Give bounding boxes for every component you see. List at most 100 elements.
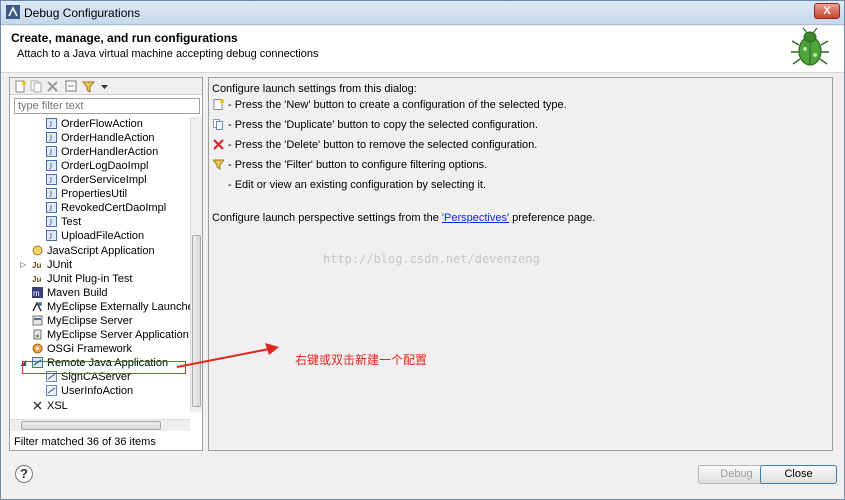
delete-icon[interactable] (46, 80, 59, 93)
junit-icon: Ju (32, 261, 41, 270)
svg-text:J: J (49, 148, 52, 157)
expand-arrow-icon[interactable]: ▷ (20, 258, 26, 272)
perspective-prefix: Configure launch perspective settings fr… (212, 212, 442, 224)
filter-input[interactable] (14, 98, 200, 114)
tree-item[interactable]: J PropertiesUtil (46, 187, 127, 201)
tree-item[interactable]: Ju JUnit Plug-in Test (32, 272, 132, 286)
java-class-icon: J (46, 188, 57, 199)
tree-item[interactable]: m Maven Build (32, 286, 108, 300)
svg-text:Ju: Ju (32, 275, 41, 284)
annotation-text: 右键或双击新建一个配置 (295, 353, 428, 367)
tree-item-label: Maven Build (47, 287, 108, 299)
dialog-header: Create, manage, and run configurations A… (1, 26, 844, 73)
tree-item-label: XSL (47, 400, 68, 412)
tree-item[interactable]: J OrderHandleAction (46, 131, 155, 145)
bug-banner-icon (791, 27, 829, 66)
duplicate-icon (213, 119, 223, 130)
java-class-icon: J (46, 216, 57, 227)
new-config-icon (213, 99, 224, 110)
close-button[interactable]: Close (760, 465, 837, 484)
xsl-icon (33, 401, 42, 410)
server-app-icon (33, 329, 42, 340)
vertical-scroll-thumb[interactable] (192, 235, 201, 407)
tree-item-label: UserInfoAction (61, 385, 134, 397)
title-bar[interactable]: Debug Configurations X (1, 1, 844, 25)
duplicate-icon[interactable] (30, 80, 43, 93)
header-title: Create, manage, and run configurations (11, 31, 238, 45)
svg-text:J: J (49, 204, 52, 213)
tree-item-label: MyEclipse Externally Launched Ser (47, 301, 190, 313)
tree-item[interactable]: MyEclipse Server (32, 314, 133, 328)
maven-icon: m (32, 287, 43, 298)
tree-item[interactable]: OSGi Framework (32, 342, 132, 356)
perspective-settings: Configure launch perspective settings fr… (212, 212, 595, 224)
perspectives-link[interactable]: 'Perspectives' (442, 212, 509, 224)
remote-config-icon (46, 385, 57, 396)
tree-item-label: OrderFlowAction (61, 118, 143, 130)
tree-horizontal-scrollbar[interactable] (10, 419, 190, 431)
intro-text: Configure launch settings from this dial… (212, 83, 417, 95)
junit-plugin-icon: Ju (32, 275, 41, 284)
svg-text:J: J (49, 218, 52, 227)
tree-item-label: OrderLogDaoImpl (61, 160, 149, 172)
annotation-arrow (176, 343, 279, 368)
osgi-icon (32, 343, 43, 354)
svg-text:J: J (49, 176, 52, 185)
window-close-button[interactable]: X (814, 3, 840, 19)
debug-bug-icon (6, 5, 20, 19)
header-description: Attach to a Java virtual machine accepti… (17, 48, 319, 60)
perspective-suffix: preference page. (509, 212, 596, 224)
filter-icon (213, 159, 224, 170)
java-class-icon: J (46, 230, 57, 241)
help-button[interactable]: ? (15, 465, 33, 483)
tree-item[interactable]: J OrderLogDaoImpl (46, 159, 148, 173)
horizontal-scroll-thumb[interactable] (21, 421, 161, 430)
filter-icon[interactable] (82, 80, 95, 93)
configuration-tree-panel: J OrderFlowAction J OrderHandleAction J Ord… (9, 77, 203, 451)
tree-toolbar (10, 78, 202, 95)
tree-item-label: JUnit (47, 259, 73, 271)
tree-item-label: JavaScript Application (47, 245, 155, 257)
svg-text:J: J (49, 120, 52, 129)
tree-item-label: PropertiesUtil (61, 188, 128, 200)
svg-text:Ju: Ju (32, 261, 41, 270)
help-delete: - Press the 'Delete' button to remove th… (228, 139, 538, 151)
tree-item[interactable]: J OrderFlowAction (46, 117, 143, 131)
tree-item-label: OrderHandleAction (61, 132, 155, 144)
tree-item[interactable]: MyEclipse Server Application (32, 328, 189, 342)
tree-item-label: OrderServiceImpl (61, 174, 147, 186)
tree-item-label: OSGi Framework (47, 343, 132, 355)
delete-icon (213, 139, 224, 150)
tree-item[interactable]: XSL (32, 399, 68, 413)
svg-text:J: J (49, 162, 52, 171)
tree-item[interactable]: J OrderServiceImpl (46, 173, 147, 187)
external-launch-icon (32, 301, 42, 312)
javascript-app-icon (32, 245, 43, 256)
java-class-icon: J (46, 132, 57, 143)
svg-text:J: J (49, 190, 52, 199)
collapse-all-icon[interactable] (65, 80, 78, 93)
tree-item[interactable]: JavaScript Application (32, 244, 155, 258)
tree-item[interactable]: J Test (46, 215, 81, 229)
chevron-down-icon[interactable] (98, 80, 111, 93)
tree-item[interactable]: MyEclipse Externally Launched Ser (32, 300, 190, 314)
java-class-icon: J (46, 174, 57, 185)
watermark-text: http://blog.csdn.net/devenzeng (323, 252, 540, 266)
filter-status: Filter matched 36 of 36 items (14, 436, 156, 448)
annotation-highlight-box (22, 361, 186, 374)
help-filter: - Press the 'Filter' button to configure… (228, 159, 488, 171)
java-class-icon: J (46, 160, 57, 171)
tree-item[interactable]: J RevokedCertDaoImpl (46, 201, 166, 215)
new-config-icon[interactable] (14, 80, 27, 93)
tree-item[interactable]: J OrderHandlerAction (46, 145, 158, 159)
svg-text:J: J (49, 134, 52, 143)
svg-text:J: J (49, 232, 52, 241)
java-class-icon: J (46, 146, 57, 157)
tree-item[interactable]: J UploadFileAction (46, 229, 144, 243)
window-title: Debug Configurations (24, 6, 141, 20)
tree-item-label: UploadFileAction (61, 230, 145, 242)
tree-item[interactable]: ▷ Ju JUnit (20, 258, 73, 272)
java-class-icon: J (46, 118, 57, 129)
tree-item[interactable]: UserInfoAction (46, 384, 133, 398)
help-edit: - Edit or view an existing configuration… (228, 179, 487, 191)
